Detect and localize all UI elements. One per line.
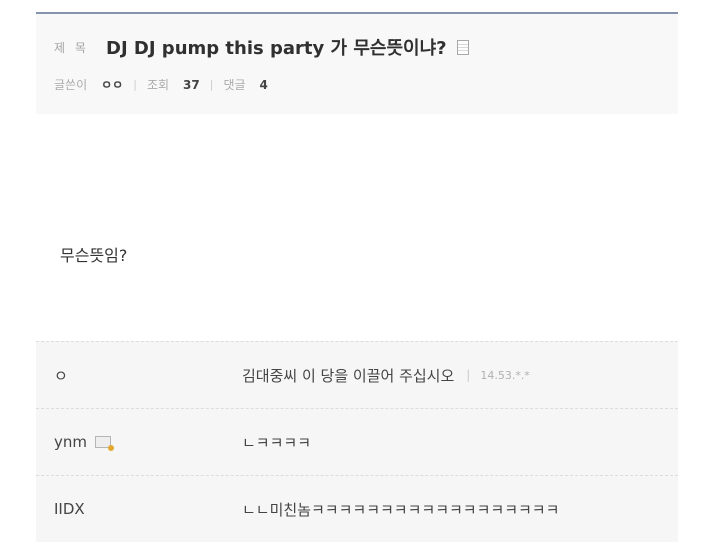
post-body: 무슨뜻임? xyxy=(60,246,128,265)
comment-row: ㅇ 김대중씨 이 당을 이끌어 주십시오 | 14.53.*.* xyxy=(36,341,678,408)
comment-ip: 14.53.*.* xyxy=(480,368,530,382)
meta-separator: | xyxy=(209,78,214,91)
comments-count: 4 xyxy=(259,77,268,92)
comment-author[interactable]: IIDX xyxy=(54,476,85,542)
comments-label: 댓글 xyxy=(223,78,246,92)
views-label: 조회 xyxy=(146,78,170,92)
post-author[interactable]: ㅇㅇ xyxy=(101,76,123,93)
comment-author[interactable]: ynm xyxy=(54,433,87,451)
document-icon xyxy=(456,39,469,55)
comment-body: 김대중씨 이 당을 이끌어 주십시오 xyxy=(242,366,455,385)
views-count: 37 xyxy=(183,77,200,92)
author-label: 글쓴이 xyxy=(54,78,88,92)
comment-row: IIDX ㄴㄴ미친놈ㅋㅋㅋㅋㅋㅋㅋㅋㅋㅋㅋㅋㅋㅋㅋㅋㅋㅋ xyxy=(36,475,678,542)
comment-text: ㄴㅋㅋㅋㅋ xyxy=(242,433,312,452)
comment-author-wrap[interactable]: ynm xyxy=(54,409,114,475)
post-title: DJ DJ pump this party 가 무슨뜻이냐? xyxy=(106,38,447,59)
comment-author[interactable]: ㅇ xyxy=(54,342,68,408)
comment-text: ㄴㄴ미친놈ㅋㅋㅋㅋㅋㅋㅋㅋㅋㅋㅋㅋㅋㅋㅋㅋㅋㅋ xyxy=(242,500,560,519)
post-meta: 글쓴이 ㅇㅇ | 조회 37 | 댓글 4 xyxy=(54,76,268,93)
comment-row: ynm ㄴㅋㅋㅋㅋ xyxy=(36,408,678,475)
comment-text: 김대중씨 이 당을 이끌어 주십시오 | 14.53.*.* xyxy=(242,342,530,408)
member-icon xyxy=(95,436,114,451)
title-row: 제 목 DJ DJ pump this party 가 무슨뜻이냐? xyxy=(54,34,469,60)
comment-list: ㅇ 김대중씨 이 당을 이끌어 주십시오 | 14.53.*.* ynm ㄴㅋㅋ… xyxy=(36,341,678,542)
meta-separator: | xyxy=(133,78,137,91)
post-page: 제 목 DJ DJ pump this party 가 무슨뜻이냐? 글쓴이 ㅇ… xyxy=(0,0,710,553)
post-header: 제 목 DJ DJ pump this party 가 무슨뜻이냐? 글쓴이 ㅇ… xyxy=(36,12,678,114)
title-label: 제 목 xyxy=(54,40,89,55)
comment-separator: | xyxy=(466,368,471,382)
